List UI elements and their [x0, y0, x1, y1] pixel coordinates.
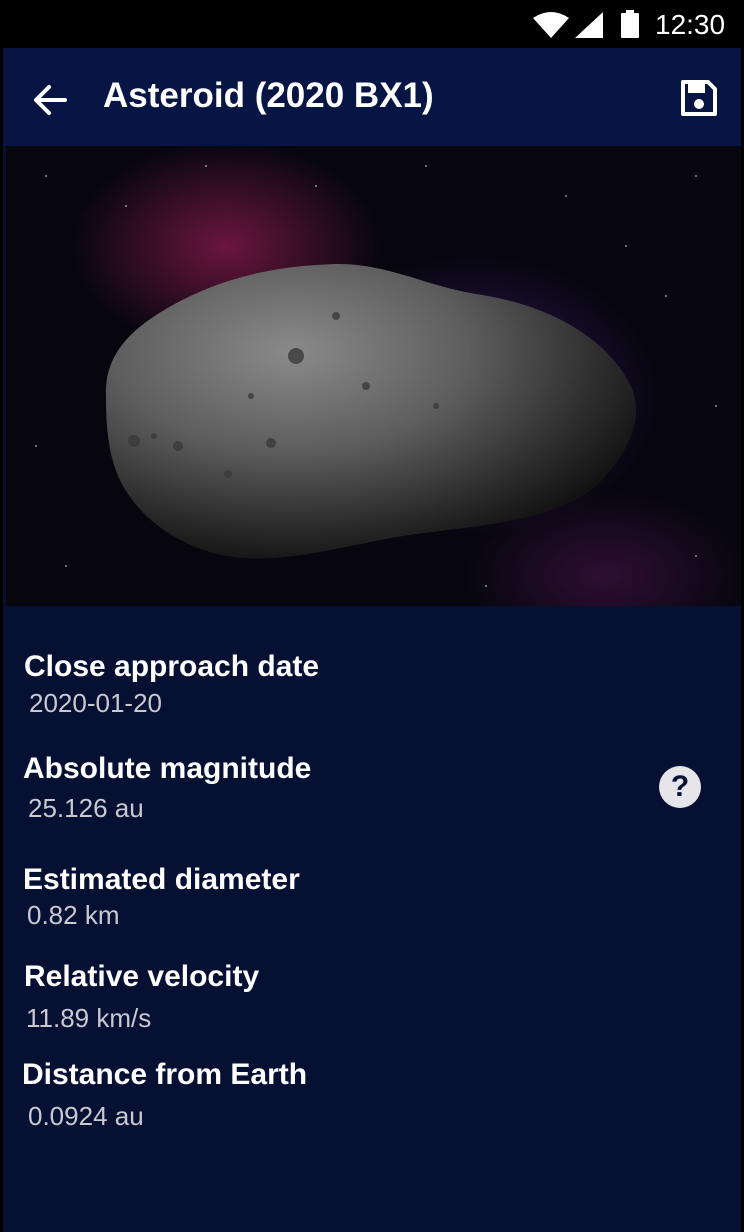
help-icon[interactable]: ? [659, 766, 701, 808]
asteroid-image [6, 146, 741, 606]
status-bar: 12:30 [3, 0, 741, 48]
estimated-diameter-value: 0.82 km [27, 900, 120, 930]
relative-velocity-label: Relative velocity [24, 960, 260, 993]
save-icon[interactable] [679, 78, 719, 118]
estimated-diameter-label: Estimated diameter [23, 863, 300, 896]
app-screen: 12:30 Asteroid (2020 BX1) Close approach… [0, 0, 744, 1232]
status-time: 12:30 [655, 9, 726, 40]
close-approach-date-label: Close approach date [24, 650, 320, 683]
app-bar: Asteroid (2020 BX1) [3, 48, 741, 146]
arrow-back-icon[interactable] [31, 80, 71, 120]
close-approach-date-value: 2020-01-20 [29, 688, 162, 718]
absolute-magnitude-value: 25.126 au [28, 793, 144, 823]
wifi-icon [533, 12, 569, 38]
page-title: Asteroid (2020 BX1) [103, 76, 434, 115]
asteroid-illustration [35, 165, 717, 587]
distance-from-earth-label: Distance from Earth [22, 1058, 308, 1091]
absolute-magnitude-label: Absolute magnitude [23, 752, 312, 785]
battery-icon [621, 10, 639, 38]
relative-velocity-value: 11.89 km/s [26, 1003, 152, 1033]
cell-signal-icon [575, 12, 603, 38]
distance-from-earth-value: 0.0924 au [28, 1101, 144, 1131]
